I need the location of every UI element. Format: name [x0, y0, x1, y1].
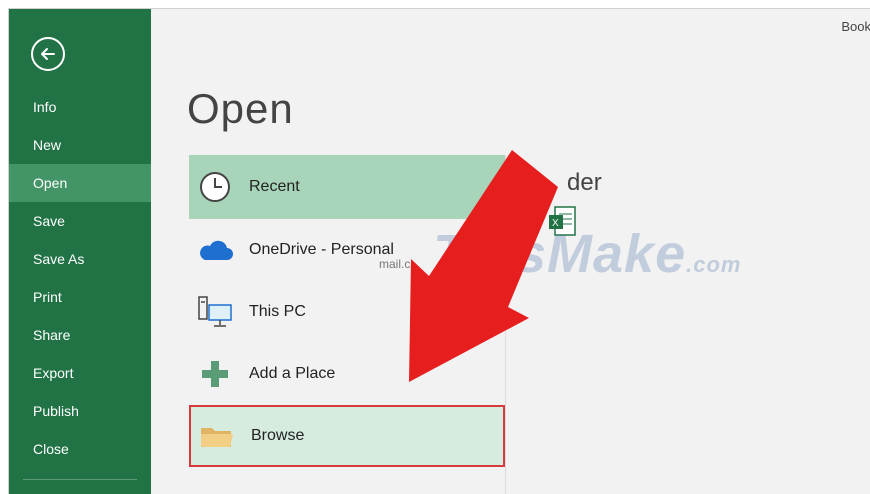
location-add-place[interactable]: Add a Place [189, 343, 505, 405]
location-browse[interactable]: Browse [189, 405, 505, 467]
menu-item-save[interactable]: Save [9, 202, 151, 240]
watermark-suffix: .com [686, 252, 742, 277]
page-title: Open [187, 85, 294, 132]
excel-backstage: Info New Open Save Save As Print Share E… [8, 8, 870, 494]
menu-item-open[interactable]: Open [9, 164, 151, 202]
location-label: This PC [249, 303, 306, 320]
menu-item-close[interactable]: Close [9, 430, 151, 468]
menu-item-new[interactable]: New [9, 126, 151, 164]
onedrive-account: mail.c [379, 257, 411, 271]
computer-icon [195, 292, 235, 332]
plus-icon [195, 354, 235, 394]
location-label: Browse [251, 427, 305, 444]
location-this-pc[interactable]: This PC [189, 281, 505, 343]
open-locations: Recent OneDrive - Personal mail.c This P… [189, 155, 505, 467]
menu-item-share[interactable]: Share [9, 316, 151, 354]
menu-item-info[interactable]: Info [9, 88, 151, 126]
open-pane: Book Open Recent OneDrive - Personal mai… [151, 9, 870, 494]
location-label: OneDrive - Personal [249, 241, 394, 258]
recent-folder-header: der [567, 169, 602, 196]
menu-item-save-as[interactable]: Save As [9, 240, 151, 278]
cloud-icon [195, 230, 235, 270]
backstage-sidebar: Info New Open Save Save As Print Share E… [9, 9, 151, 494]
watermark-text: TipsMake [433, 224, 687, 284]
clock-icon [195, 167, 235, 207]
menu-divider [23, 479, 137, 480]
watermark: TipsMake.com [433, 223, 741, 285]
location-label: Recent [249, 178, 300, 195]
menu-item-publish[interactable]: Publish [9, 392, 151, 430]
menu-item-print[interactable]: Print [9, 278, 151, 316]
back-button[interactable] [31, 37, 65, 71]
menu-item-export[interactable]: Export [9, 354, 151, 392]
folder-icon [197, 416, 237, 456]
pane-divider [505, 155, 506, 494]
backstage-menu: Info New Open Save Save As Print Share E… [9, 88, 151, 468]
location-label: Add a Place [249, 365, 336, 382]
workbook-name: Book [841, 19, 870, 34]
location-recent[interactable]: Recent [189, 155, 505, 219]
back-arrow-icon [41, 48, 55, 60]
